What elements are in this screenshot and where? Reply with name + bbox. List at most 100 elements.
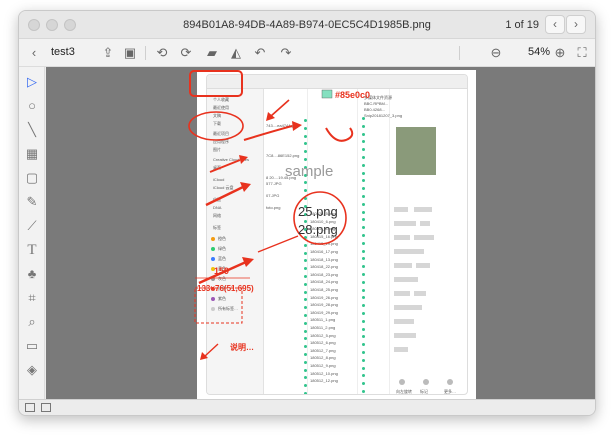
share-button[interactable]: ⇪ <box>99 44 117 62</box>
flip-button[interactable]: ◭ <box>227 44 245 62</box>
tag-dot-icon <box>304 243 307 247</box>
redo-button[interactable]: ↷ <box>277 44 295 62</box>
redo-icon: ↷ <box>280 45 292 60</box>
image-button[interactable]: ▣ <box>121 44 139 62</box>
ellipse-tool[interactable]: ○ <box>23 97 41 115</box>
file-list-item: 180416_17.png <box>310 249 338 254</box>
tag-dot-icon <box>362 327 365 331</box>
file-list-item: 180418_24.png <box>310 279 338 285</box>
tag-dot-icon <box>362 249 365 253</box>
image-tool[interactable]: ▭ <box>23 337 41 355</box>
number-label: 159 <box>214 266 230 276</box>
tag-dot-icon <box>304 142 307 146</box>
file-list-item: 180512_7.png <box>310 347 336 353</box>
finder-column-3: 多媒体文件资源 BBC.RPBM... BB0.4268... Snip2018120… <box>358 89 402 394</box>
pen-tool[interactable]: ✎ <box>23 193 41 211</box>
tag-dot-icon <box>304 345 307 349</box>
tag-dot-icon <box>362 218 365 222</box>
finder-sidebar-item: 网络 <box>213 213 221 218</box>
prev-page-button[interactable]: ‹ <box>545 15 565 34</box>
back-button[interactable]: ‹ <box>25 44 43 62</box>
undo-icon: ↶ <box>254 45 266 60</box>
preview-action-icon <box>399 379 405 385</box>
stamp-tool[interactable]: ♣ <box>23 265 41 283</box>
rotate-right-icon: ⟳ <box>180 45 192 60</box>
tag-dot-icon <box>211 237 215 241</box>
fit-screen-button[interactable]: ⛶ <box>573 44 591 62</box>
tag-dot-icon <box>362 257 365 261</box>
blurred-content <box>416 263 430 268</box>
finder-tag-item: 所有标签… <box>218 306 238 311</box>
finder-tag-item: 橙色 <box>218 236 226 241</box>
preview-thumbnail <box>396 127 436 175</box>
highlight-icon: ▰ <box>207 45 217 60</box>
ruler-tool[interactable]: ⟋ <box>23 217 41 235</box>
tag-dot-icon <box>362 156 365 159</box>
tag-dot-icon <box>362 343 365 347</box>
tag-dot-icon <box>362 390 365 393</box>
size-label: 133×76(51,695) <box>197 284 254 293</box>
tag-dot-icon <box>211 297 215 301</box>
line-tool[interactable]: ╲ <box>23 121 41 139</box>
text-tool[interactable]: T <box>23 241 41 259</box>
finder-sidebar-item: 最近项目 <box>213 131 229 136</box>
tag-dot-icon <box>304 392 307 394</box>
tag-dot-icon <box>304 282 307 286</box>
finder-preview-pane: 向左旋转 标记 更多… <box>390 89 467 394</box>
next-page-button[interactable]: › <box>566 15 586 34</box>
tag-dot-icon <box>362 319 365 323</box>
file-list-item: 180418_13.png <box>310 256 338 262</box>
finder-column-item: 7C8....86E152.png <box>266 153 300 158</box>
tag-dot-icon <box>304 290 307 294</box>
sidebar-toggle-icon[interactable] <box>25 403 35 412</box>
preview-action-button: 标记 <box>420 389 428 394</box>
finder-column-2: 743....ea4744.png 7C8....86E152.png 8 20..… <box>264 89 308 394</box>
blurred-content <box>394 207 408 212</box>
select-tool[interactable]: ▷ <box>23 73 41 91</box>
file-list-item: 180512_5.png <box>310 332 336 338</box>
blurred-content <box>394 235 410 240</box>
preview-action-icon <box>447 379 453 385</box>
sample-label: sample <box>285 163 334 180</box>
finder-column-item: 07.JPG <box>266 193 280 198</box>
rect-tool[interactable]: ▢ <box>23 169 41 187</box>
tag-dot-icon <box>304 267 307 271</box>
tag-dot-icon <box>362 124 365 128</box>
layers-tool[interactable]: ◈ <box>23 361 41 379</box>
tag-dot-icon <box>362 140 365 144</box>
magnifier-tool[interactable]: ⌕ <box>23 313 41 331</box>
rotate-left-button[interactable]: ⟲ <box>153 44 171 62</box>
flip-icon: ◭ <box>231 45 241 60</box>
image-icon: ▣ <box>123 45 137 60</box>
tag-dot-icon <box>362 382 365 386</box>
document-name: test3 <box>51 46 75 58</box>
undo-button[interactable]: ↶ <box>251 44 269 62</box>
tag-dot-icon <box>304 321 307 325</box>
finder-sidebar-item: 桌面 <box>213 165 221 170</box>
file-list-item: 180512_9.png <box>310 363 336 368</box>
blurred-content <box>394 277 418 282</box>
rotate-right-button[interactable]: ⟳ <box>177 44 195 62</box>
tag-dot-icon <box>304 314 307 317</box>
tag-dot-icon <box>304 158 307 161</box>
zoom-in-button[interactable]: ⊕ <box>551 44 569 62</box>
tag-dot-icon <box>362 351 365 354</box>
crop-tool[interactable]: ⌗ <box>23 289 41 307</box>
page-view-icon[interactable] <box>41 403 51 412</box>
tag-dot-icon <box>304 197 307 200</box>
blurred-content <box>394 291 410 296</box>
tag-dot-icon <box>211 257 215 261</box>
tag-dot-icon <box>362 226 365 230</box>
chevron-left-icon: ‹ <box>31 45 37 60</box>
blurred-content <box>394 263 412 268</box>
tag-dot-icon <box>362 132 365 136</box>
finder-tag-item: 灰色 <box>218 276 226 281</box>
tag-dot-icon <box>362 265 365 269</box>
finder-sidebar-item: 个人收藏 <box>213 97 229 102</box>
tag-dot-icon <box>362 117 365 120</box>
finder-column-item: BB0.4268... <box>364 107 385 112</box>
file-list-item: 180512_8.png <box>310 355 336 361</box>
grid-tool[interactable]: ▦ <box>23 145 41 163</box>
zoom-out-button[interactable]: ⊖ <box>487 44 505 62</box>
highlight-button[interactable]: ▰ <box>203 44 221 62</box>
